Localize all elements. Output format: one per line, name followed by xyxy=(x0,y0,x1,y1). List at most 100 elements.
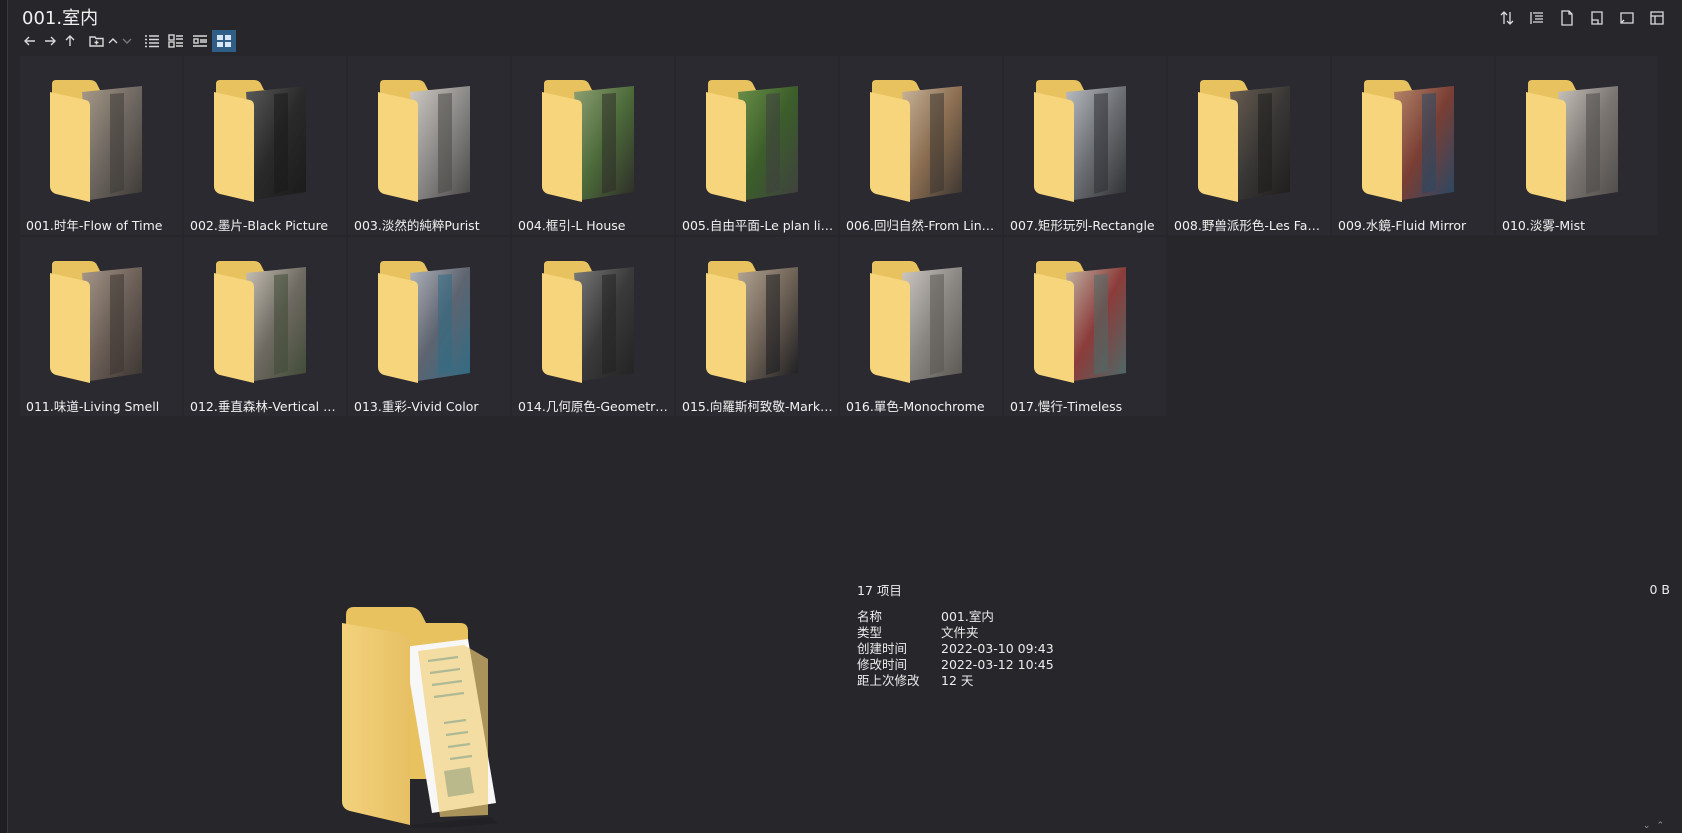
folder-icon xyxy=(542,261,634,383)
detail-key: 修改时间 xyxy=(857,657,908,672)
folder-name: 014.几何原色-Geometric Colors xyxy=(518,399,670,414)
folder-item[interactable]: 012.垂直森林-Vertical Forest xyxy=(184,237,346,416)
details-view-button[interactable] xyxy=(164,30,188,52)
detail-key: 距上次修改 xyxy=(857,673,920,688)
folder-icon xyxy=(706,80,798,202)
folder-icon xyxy=(1362,80,1454,202)
folder-icon xyxy=(50,80,142,202)
folder-name: 005.自由平面-Le plan libre xyxy=(682,218,834,233)
file-grid: 001.时年-Flow of Time 002.墨片-Black Picture 0… xyxy=(20,56,1658,418)
folder-item[interactable]: 003.淡然的純粹Purist xyxy=(348,56,510,235)
folder-item[interactable]: 011.味道-Living Smell xyxy=(20,237,182,416)
navigation-toolbar xyxy=(20,30,236,52)
file-button[interactable] xyxy=(1554,6,1580,30)
group-button[interactable] xyxy=(1524,6,1550,30)
folder-item[interactable]: 013.重彩-Vivid Color xyxy=(348,237,510,416)
folder-name: 011.味道-Living Smell xyxy=(26,399,160,414)
layout-button[interactable] xyxy=(1644,6,1670,30)
arrow-up-icon xyxy=(65,35,75,46)
chevron-up-icon[interactable]: ⌃ xyxy=(1656,821,1664,831)
folder-item[interactable]: 014.几何原色-Geometric Colors xyxy=(512,237,674,416)
top-right-toolbar xyxy=(1494,6,1670,30)
folder-name: 007.矩形玩列-Rectangle xyxy=(1010,218,1155,233)
folder-icon xyxy=(1034,80,1126,202)
detail-value: 文件夹 xyxy=(941,625,979,640)
detail-key: 类型 xyxy=(857,625,883,640)
sort-icon xyxy=(1500,11,1514,25)
folder-name: 017.慢行-Timeless xyxy=(1010,399,1123,414)
preview-pane-icon xyxy=(1591,11,1603,25)
item-count: 17 项目 xyxy=(857,583,902,598)
details-pane-button[interactable] xyxy=(1614,6,1640,30)
document-icon xyxy=(1561,10,1573,26)
chevron-up-icon xyxy=(108,38,118,44)
details-view-icon xyxy=(168,34,183,48)
chevron-down-icon xyxy=(122,38,132,44)
folder-icon xyxy=(1526,80,1618,202)
folder-item[interactable]: 008.野兽派形色-Les Fauves xyxy=(1168,56,1330,235)
detail-key: 创建时间 xyxy=(857,641,908,656)
forward-button[interactable] xyxy=(40,30,60,52)
folder-item[interactable]: 016.單色-Monochrome xyxy=(840,237,1002,416)
list-view-icon xyxy=(145,35,159,48)
folder-name: 016.單色-Monochrome xyxy=(846,399,985,414)
status-corner: ⌄ ⌃ xyxy=(1643,821,1664,831)
collapse-button[interactable] xyxy=(106,30,120,52)
detail-key: 名称 xyxy=(857,609,883,624)
detail-value: 2022-03-10 09:43 xyxy=(941,641,1054,656)
expand-button[interactable] xyxy=(120,30,134,52)
folder-icon xyxy=(870,261,962,383)
group-list-icon xyxy=(1530,12,1543,24)
folder-item[interactable]: 015.向羅斯柯致敬-Mark Rothko xyxy=(676,237,838,416)
folder-icon xyxy=(542,80,634,202)
folder-name: 008.野兽派形色-Les Fauves xyxy=(1174,218,1326,233)
folder-item[interactable]: 001.时年-Flow of Time xyxy=(20,56,182,235)
detail-row: 类型 文件夹 xyxy=(857,625,1054,641)
folder-item[interactable]: 010.淡雾-Mist xyxy=(1496,56,1658,235)
folder-item[interactable]: 017.慢行-Timeless xyxy=(1004,237,1166,416)
folder-icon xyxy=(50,261,142,383)
folder-item[interactable]: 005.自由平面-Le plan libre xyxy=(676,56,838,235)
detail-value: 2022-03-12 10:45 xyxy=(941,657,1054,672)
folder-name: 003.淡然的純粹Purist xyxy=(354,218,480,233)
folder-icon xyxy=(1034,261,1126,383)
detail-value: 001.室内 xyxy=(941,609,994,624)
up-button[interactable] xyxy=(60,30,80,52)
arrow-right-icon xyxy=(45,36,56,46)
thumbnails-view-button[interactable] xyxy=(212,30,236,52)
folder-name: 006.回归自然-From Line to Line xyxy=(846,218,998,233)
folder-name: 009.水鏡-Fluid Mirror xyxy=(1338,218,1467,233)
folder-icon xyxy=(378,80,470,202)
folder-item[interactable]: 002.墨片-Black Picture xyxy=(184,56,346,235)
folder-icon xyxy=(214,80,306,202)
folder-item[interactable]: 007.矩形玩列-Rectangle xyxy=(1004,56,1166,235)
thumbnails-view-icon xyxy=(217,35,231,47)
detail-row: 距上次修改 12 天 xyxy=(857,673,1054,689)
folder-name: 013.重彩-Vivid Color xyxy=(354,399,479,414)
chevron-down-icon[interactable]: ⌄ xyxy=(1643,821,1651,831)
folder-name: 002.墨片-Black Picture xyxy=(190,218,329,233)
folder-name: 001.时年-Flow of Time xyxy=(26,218,163,233)
folder-name: 010.淡雾-Mist xyxy=(1502,218,1586,233)
detail-row: 修改时间 2022-03-12 10:45 xyxy=(857,657,1054,673)
list-view-button[interactable] xyxy=(140,30,164,52)
detail-value: 12 天 xyxy=(941,673,974,688)
detail-row: 创建时间 2022-03-10 09:43 xyxy=(857,641,1054,657)
folder-name: 004.框引-L House xyxy=(518,218,626,233)
folder-icon xyxy=(378,261,470,383)
folder-item[interactable]: 009.水鏡-Fluid Mirror xyxy=(1332,56,1494,235)
new-folder-icon xyxy=(88,36,104,47)
folder-item[interactable]: 004.框引-L House xyxy=(512,56,674,235)
details-pane-icon xyxy=(1620,12,1634,24)
back-button[interactable] xyxy=(20,30,40,52)
folder-icon xyxy=(214,261,306,383)
detail-row: 名称 001.室内 xyxy=(857,609,1054,625)
sort-button[interactable] xyxy=(1494,6,1520,30)
left-pane-edge[interactable] xyxy=(0,0,8,833)
details-panel: 17 项目 名称 001.室内 类型 文件夹 创建时间 2022-03-10 09:43 修… xyxy=(857,580,1054,689)
new-folder-button[interactable] xyxy=(86,30,106,52)
preview-pane-button[interactable] xyxy=(1584,6,1610,30)
tiles-view-button[interactable] xyxy=(188,30,212,52)
folder-item[interactable]: 006.回归自然-From Line to Line xyxy=(840,56,1002,235)
tiles-view-icon xyxy=(193,35,207,47)
